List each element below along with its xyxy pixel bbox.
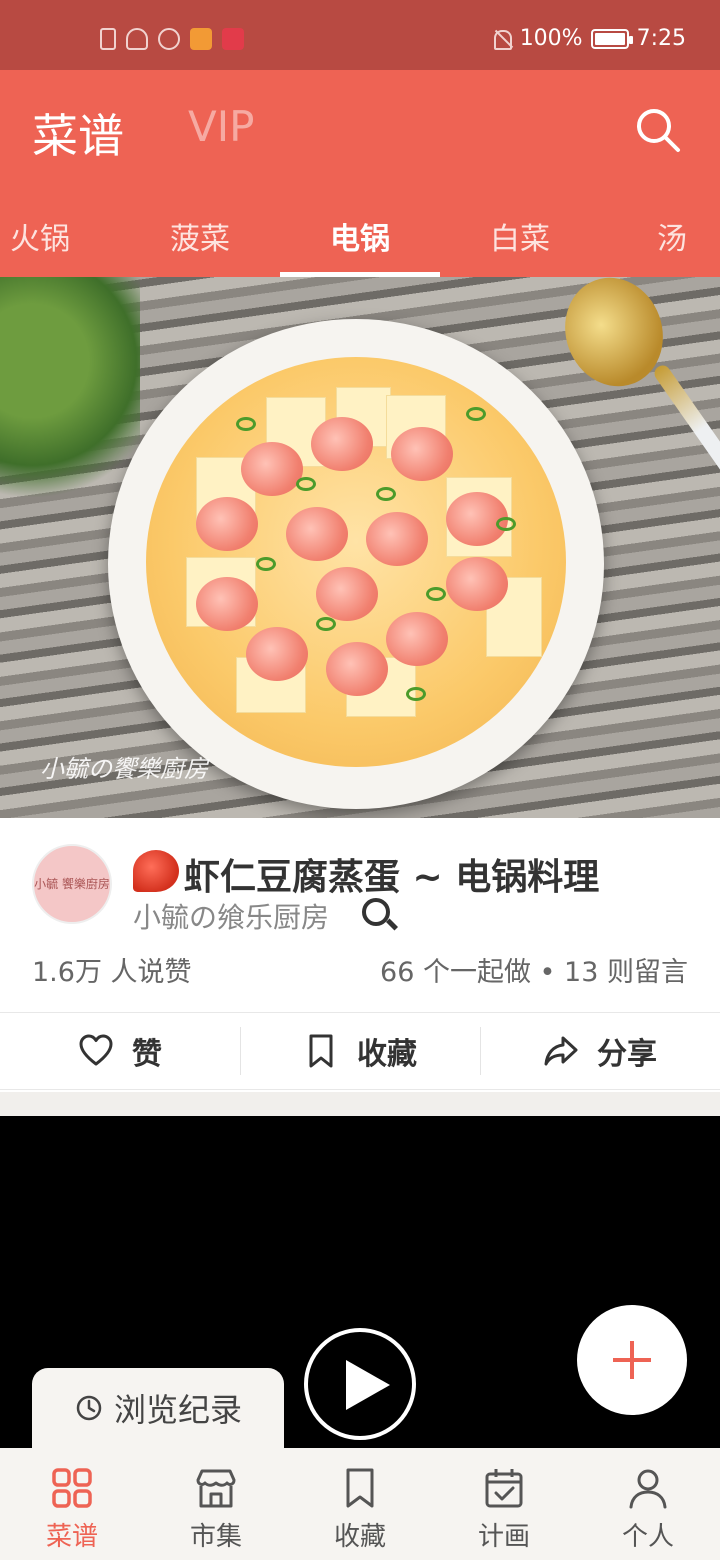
browse-history-button[interactable]: 浏览纪录 (32, 1368, 284, 1448)
search-icon[interactable] (634, 106, 684, 156)
share-button[interactable]: 分享 (480, 1013, 720, 1089)
shrimp (326, 642, 388, 696)
shrimp (446, 557, 508, 611)
history-clock-icon (76, 1395, 102, 1421)
tab-soup[interactable]: 汤 (592, 214, 720, 258)
shrimp (316, 567, 378, 621)
page-title[interactable]: 菜谱 (32, 100, 124, 166)
nav-profile[interactable]: 个人 (576, 1448, 720, 1560)
shrimp (311, 417, 373, 471)
recipe-title[interactable]: 虾仁豆腐蒸蛋 ~ 电锅料理 (184, 848, 599, 900)
grid-icon (52, 1468, 92, 1508)
recipe-card[interactable]: 小毓 饗樂廚房 虾仁豆腐蒸蛋 ~ 电锅料理 小毓の飨乐厨房 1.6万 人说赞 6… (0, 818, 720, 1090)
battery-percent: 100% (519, 26, 583, 51)
recipe-stats: 66 个一起做 • 13 则留言 (380, 957, 688, 988)
tab-hotpot[interactable]: 火锅 (0, 214, 120, 258)
status-bar: 100% 7:25 (0, 0, 720, 70)
green-onion (426, 587, 446, 601)
author-avatar[interactable]: 小毓 饗樂廚房 (32, 844, 112, 924)
shrimp (366, 512, 428, 566)
nav-label: 个人 (621, 1522, 674, 1552)
nav-plan[interactable]: 计画 (432, 1448, 576, 1560)
recipe-photo[interactable]: 小毓の饗樂廚房 (0, 277, 720, 818)
alert-icon (100, 28, 116, 50)
green-onion (496, 517, 516, 531)
app-header: 菜谱 VIP 火锅 菠菜 电锅 白菜 汤 (0, 70, 720, 277)
tab-spinach[interactable]: 菠菜 (120, 214, 280, 258)
wifi-icon (126, 28, 148, 50)
shrimp (246, 627, 308, 681)
calendar-check-icon (485, 1469, 523, 1508)
action-bar: 赞 收藏 分享 (0, 1012, 720, 1090)
shrimp (386, 612, 448, 666)
green-onion (296, 477, 316, 491)
tab-cabbage[interactable]: 白菜 (440, 214, 600, 258)
bottom-navigation: 菜谱 市集 收藏 计画 个人 (0, 1448, 720, 1560)
frying-pan-emoji-icon (362, 898, 390, 926)
feed-separator (0, 1092, 720, 1116)
bookmark-icon (309, 1034, 333, 1068)
notification-icons (100, 28, 244, 50)
shrimp-emoji-icon (133, 850, 179, 892)
like-count: 1.6万 人说赞 (32, 957, 192, 988)
history-label: 浏览纪录 (113, 1391, 242, 1429)
green-onion (406, 687, 426, 701)
add-button[interactable] (577, 1305, 687, 1415)
nav-label: 计画 (477, 1522, 530, 1552)
collect-button[interactable]: 收藏 (240, 1013, 480, 1089)
green-onion (316, 617, 336, 631)
book-app-icon (222, 28, 244, 50)
nav-market[interactable]: 市集 (144, 1448, 288, 1560)
plant-decoration (0, 277, 140, 517)
share-label: 分享 (597, 1037, 657, 1072)
nav-collections[interactable]: 收藏 (288, 1448, 432, 1560)
photo-watermark: 小毓の饗樂廚房 (40, 755, 208, 783)
tab-electric-cooker[interactable]: 电锅 (280, 214, 440, 258)
play-button[interactable] (304, 1328, 416, 1440)
shrimp (286, 507, 348, 561)
like-button[interactable]: 赞 (0, 1013, 240, 1089)
avatar-text: 小毓 饗樂廚房 (34, 877, 110, 891)
heart-icon (79, 1034, 113, 1066)
shrimp (196, 497, 258, 551)
mute-icon (492, 28, 512, 50)
person-icon (629, 1469, 667, 1509)
bookmark-icon (346, 1468, 374, 1508)
clock: 7:25 (636, 26, 686, 51)
steamed-egg (146, 357, 566, 767)
nav-label: 市集 (189, 1522, 242, 1552)
shrimp (196, 577, 258, 631)
share-icon (544, 1036, 578, 1066)
author-name[interactable]: 小毓の飨乐厨房 (133, 896, 329, 936)
nav-recipes[interactable]: 菜谱 (0, 1448, 144, 1560)
green-onion (376, 487, 396, 501)
green-onion (256, 557, 276, 571)
shrimp (241, 442, 303, 496)
like-label: 赞 (132, 1037, 162, 1072)
spoon-handle (651, 362, 720, 528)
nav-label: 收藏 (333, 1522, 386, 1552)
battery-icon (590, 28, 633, 49)
category-tabs: 火锅 菠菜 电锅 白菜 汤 (0, 204, 720, 277)
green-onion (466, 407, 486, 421)
vip-tab[interactable]: VIP (188, 102, 254, 151)
green-onion (236, 417, 256, 431)
shrimp (391, 427, 453, 481)
store-icon (196, 1469, 236, 1508)
video-app-icon (190, 28, 212, 50)
app-notification-icon (158, 28, 180, 50)
nav-label: 菜谱 (45, 1522, 98, 1552)
collect-label: 收藏 (357, 1037, 417, 1072)
